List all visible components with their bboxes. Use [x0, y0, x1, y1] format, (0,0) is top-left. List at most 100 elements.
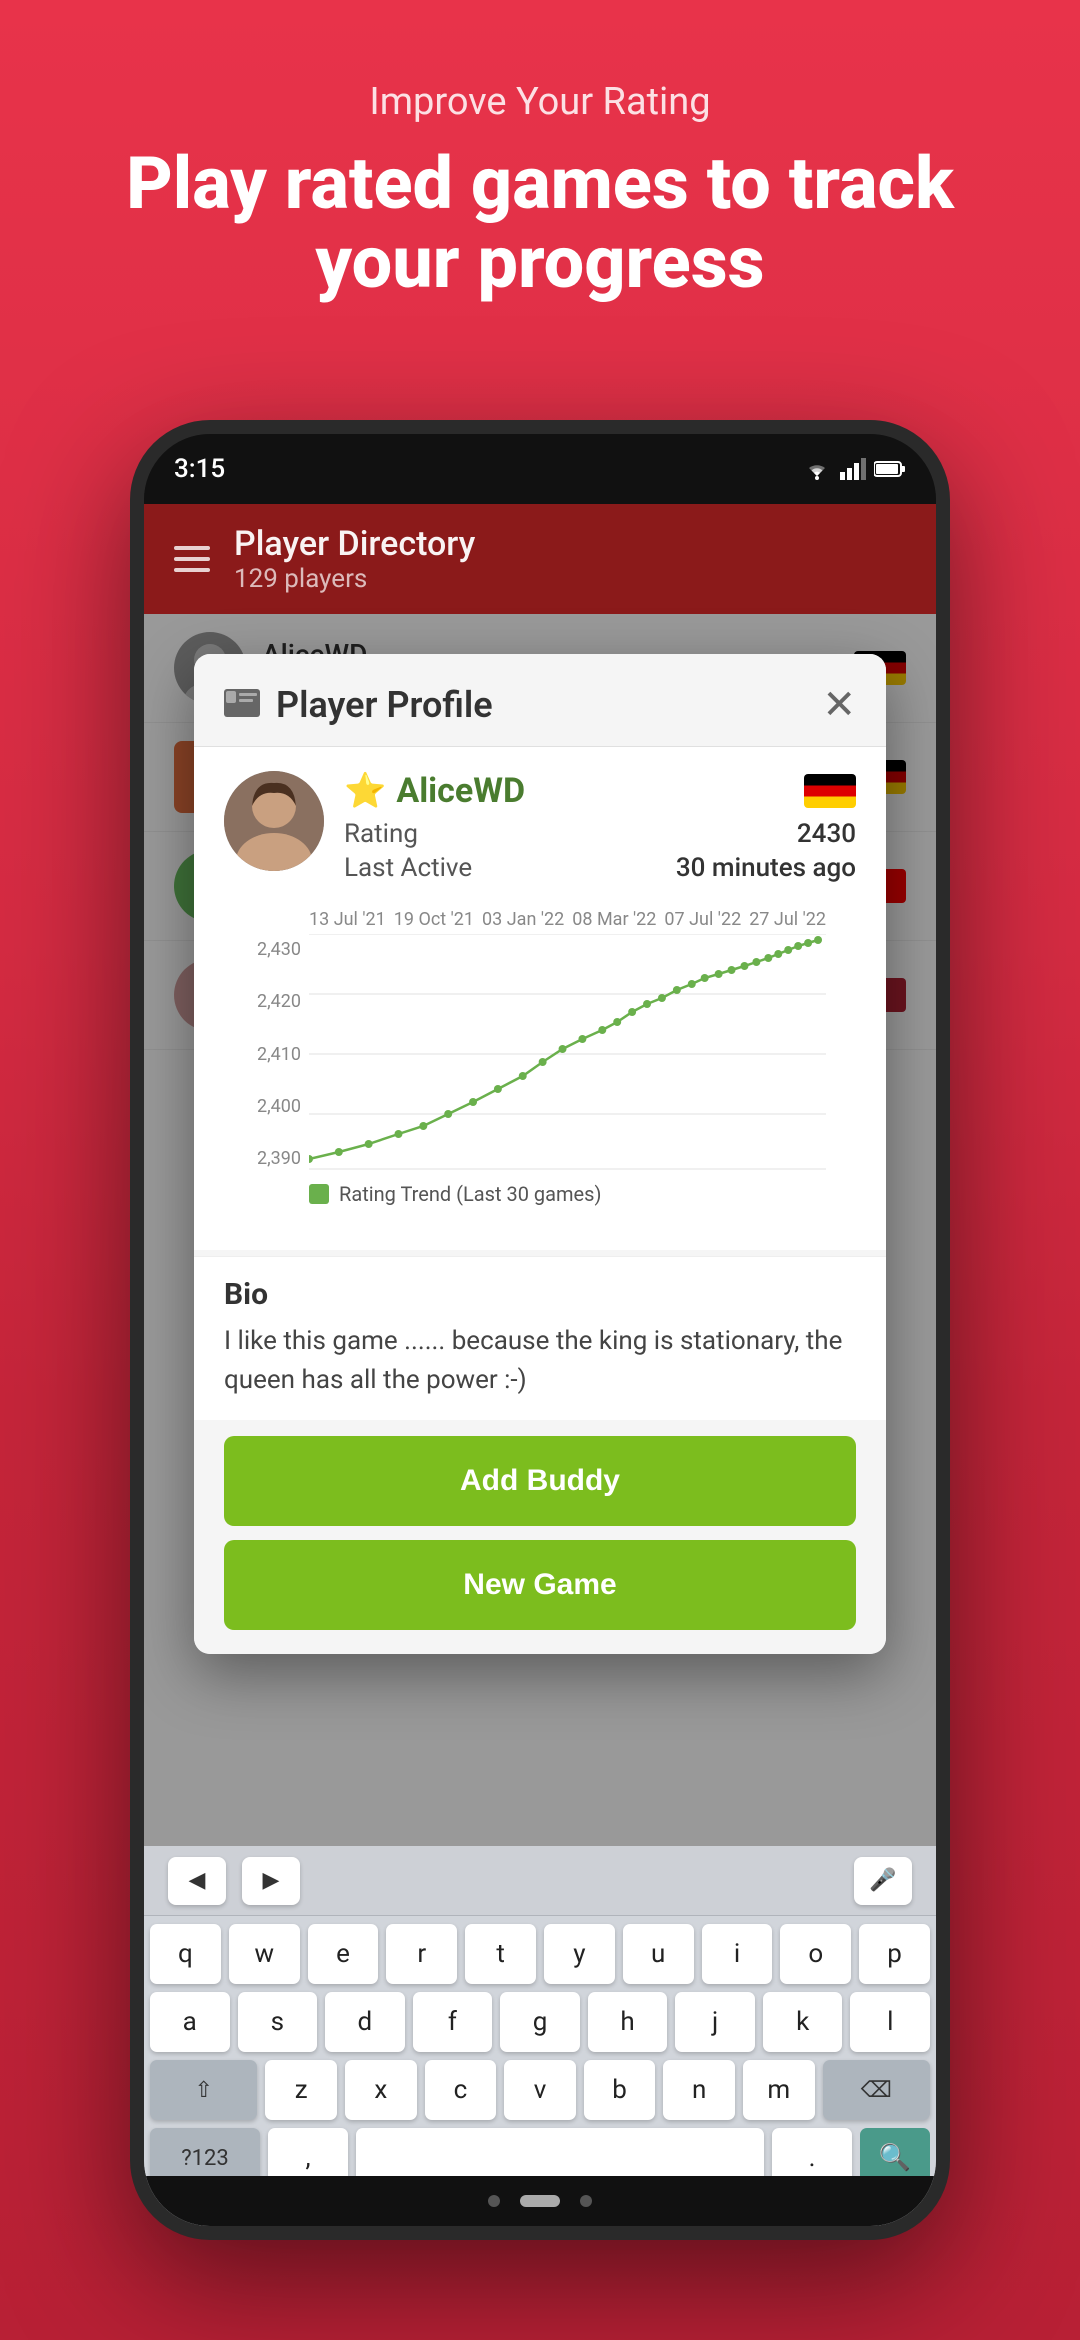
key-n[interactable]: n — [663, 2060, 735, 2120]
dialog-buttons: Add Buddy New Game — [194, 1420, 886, 1654]
avatar — [224, 771, 324, 871]
rating-label: Rating — [344, 819, 418, 849]
close-button[interactable]: ✕ — [822, 685, 856, 725]
key-k[interactable]: k — [763, 1992, 843, 2052]
new-game-button[interactable]: New Game — [224, 1540, 856, 1630]
wifi-icon — [802, 458, 832, 480]
keyboard-toolbar: ◀ ▶ 🎤 — [144, 1846, 936, 1916]
chart-y-axis: 2,430 2,420 2,410 2,400 2,390 — [254, 934, 309, 1174]
y-label: 2,430 — [254, 939, 301, 960]
nav-dot-active — [520, 2195, 560, 2207]
rating-row: Rating 2430 — [344, 819, 856, 849]
x-label: 27 Jul '22 — [749, 909, 826, 930]
legend-text: Rating Trend (Last 30 games) — [339, 1182, 601, 1206]
bio-title: Bio — [224, 1277, 856, 1312]
key-w[interactable]: w — [229, 1924, 300, 1984]
keyboard-toolbar-left: ◀ ▶ — [168, 1857, 300, 1905]
key-row-3: ⇧ z x c v b n m ⌫ — [150, 2060, 930, 2120]
player-profile-dialog: Player Profile ✕ — [194, 654, 886, 1654]
key-f[interactable]: f — [413, 1992, 493, 2052]
app-header: Player Directory 129 players — [144, 504, 936, 614]
profile-info: ⭐ AliceWD Rating 2430 Last Active 30 min… — [344, 771, 856, 883]
x-label: 13 Jul '21 — [309, 909, 386, 930]
x-label: 08 Mar '22 — [572, 909, 656, 930]
key-q[interactable]: q — [150, 1924, 221, 1984]
phone-mockup: 3:15 — [130, 420, 950, 2240]
y-label: 2,390 — [254, 1148, 301, 1169]
profile-meta: Rating 2430 Last Active 30 minutes ago — [344, 819, 856, 883]
backspace-key[interactable]: ⌫ — [823, 2060, 930, 2120]
profile-name-row: ⭐ AliceWD — [344, 771, 856, 811]
toolbar-btn-left[interactable]: ◀ — [168, 1857, 226, 1905]
top-text-section: Improve Your Rating Play rated games to … — [0, 80, 1080, 302]
key-p[interactable]: p — [859, 1924, 930, 1984]
key-a[interactable]: a — [150, 1992, 230, 2052]
key-row-2: a s d f g h j k l — [150, 1992, 930, 2052]
key-r[interactable]: r — [386, 1924, 457, 1984]
bio-section: Bio I like this game ...... because the … — [194, 1256, 886, 1420]
key-u[interactable]: u — [623, 1924, 694, 1984]
mic-button[interactable]: 🎤 — [854, 1857, 912, 1905]
nav-dot — [488, 2195, 500, 2207]
key-o[interactable]: o — [780, 1924, 851, 1984]
profile-top: ⭐ AliceWD Rating 2430 Last Active 30 min… — [224, 771, 856, 883]
flag-icon — [804, 774, 856, 808]
y-label: 2,410 — [254, 1044, 301, 1065]
shift-key[interactable]: ⇧ — [150, 2060, 257, 2120]
key-j[interactable]: j — [675, 1992, 755, 2052]
key-h[interactable]: h — [588, 1992, 668, 2052]
y-label: 2,400 — [254, 1096, 301, 1117]
profile-icon — [224, 684, 260, 726]
key-y[interactable]: y — [544, 1924, 615, 1984]
last-active-row: Last Active 30 minutes ago — [344, 853, 856, 883]
dialog-header: Player Profile ✕ — [194, 654, 886, 747]
main-title: Play rated games to track your progress — [80, 144, 1000, 302]
key-row-1: q w e r t y u i o p — [150, 1924, 930, 1984]
keyboard-rows: q w e r t y u i o p a s d f g h j k l — [144, 1916, 936, 2196]
nav-dot — [580, 2195, 592, 2207]
chart-legend: Rating Trend (Last 30 games) — [254, 1182, 826, 1206]
key-z[interactable]: z — [265, 2060, 337, 2120]
y-label: 2,420 — [254, 991, 301, 1012]
key-s[interactable]: s — [238, 1992, 318, 2052]
battery-icon — [874, 460, 906, 478]
last-active-value: 30 minutes ago — [676, 853, 856, 883]
header-text: Player Directory 129 players — [234, 524, 475, 594]
dialog-title-text: Player Profile — [276, 684, 493, 726]
key-l[interactable]: l — [850, 1992, 930, 2052]
keyboard-area: ◀ ▶ 🎤 q w e r t y u i o p a s d f — [144, 1846, 936, 2226]
chart-area: 2,430 2,420 2,410 2,400 2,390 — [254, 934, 826, 1174]
last-active-label: Last Active — [344, 853, 472, 883]
header-subtitle: 129 players — [234, 564, 475, 594]
x-label: 07 Jul '22 — [664, 909, 741, 930]
rating-chart: 13 Jul '21 19 Oct '21 03 Jan '22 08 Mar … — [224, 899, 856, 1226]
add-buddy-button[interactable]: Add Buddy — [224, 1436, 856, 1526]
key-i[interactable]: i — [702, 1924, 773, 1984]
x-label: 19 Oct '21 — [394, 909, 474, 930]
profile-username: AliceWD — [396, 771, 525, 811]
legend-dot — [309, 1184, 329, 1204]
chart-x-labels: 13 Jul '21 19 Oct '21 03 Jan '22 08 Mar … — [254, 909, 826, 930]
key-t[interactable]: t — [465, 1924, 536, 1984]
x-label: 03 Jan '22 — [482, 909, 564, 930]
status-bar: 3:15 — [144, 434, 936, 504]
key-m[interactable]: m — [743, 2060, 815, 2120]
key-d[interactable]: d — [325, 1992, 405, 2052]
toolbar-btn-right[interactable]: ▶ — [242, 1857, 300, 1905]
key-v[interactable]: v — [504, 2060, 576, 2120]
key-e[interactable]: e — [308, 1924, 379, 1984]
chart-svg-wrapper — [309, 934, 826, 1174]
key-g[interactable]: g — [500, 1992, 580, 2052]
dialog-title-row: Player Profile — [224, 684, 493, 726]
rating-value: 2430 — [797, 819, 856, 849]
hamburger-menu[interactable] — [174, 546, 210, 572]
bottom-nav — [144, 2176, 936, 2226]
profile-area: ⭐ AliceWD Rating 2430 Last Active 30 min… — [194, 747, 886, 1250]
header-title: Player Directory — [234, 524, 475, 564]
status-icons — [802, 458, 906, 480]
signal-icon — [840, 458, 866, 480]
status-time: 3:15 — [174, 454, 225, 484]
key-b[interactable]: b — [584, 2060, 656, 2120]
key-x[interactable]: x — [345, 2060, 417, 2120]
key-c[interactable]: c — [425, 2060, 497, 2120]
